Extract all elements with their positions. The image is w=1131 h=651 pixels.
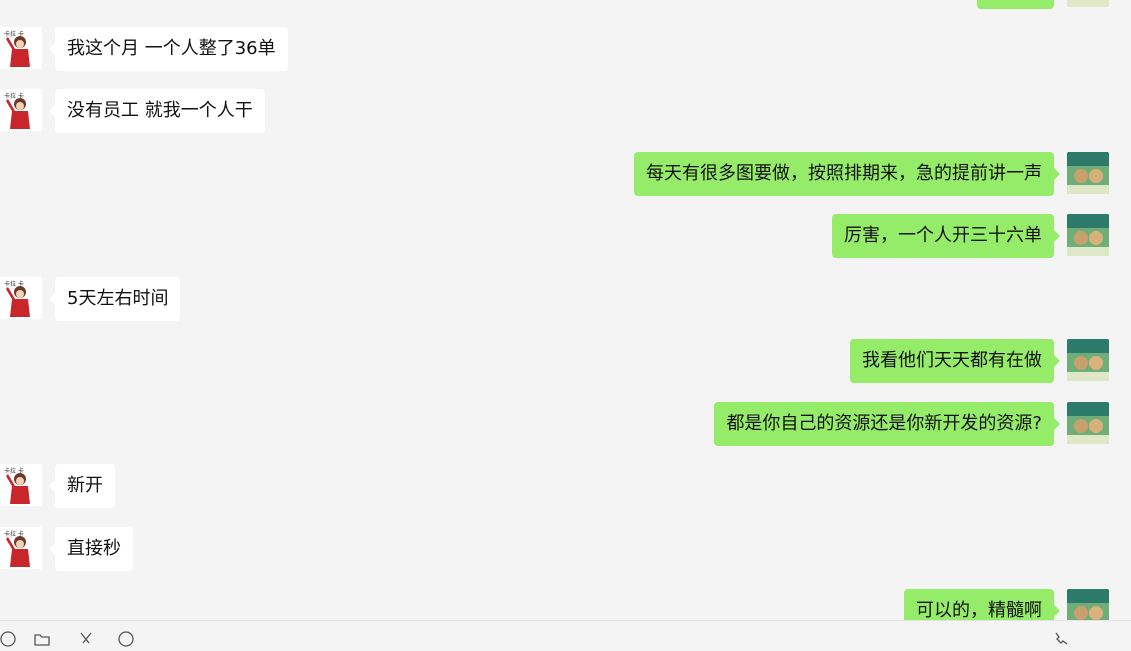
my-avatar[interactable] bbox=[1067, 402, 1109, 444]
cartoon-character-icon: 卡拉 卡 bbox=[0, 89, 42, 131]
contact-avatar[interactable]: 卡拉 卡 bbox=[0, 464, 42, 506]
cartoon-character-icon: 卡拉 卡 bbox=[0, 277, 42, 319]
message-outgoing bbox=[0, 0, 1131, 9]
cartoon-character-icon: 卡拉 卡 bbox=[0, 464, 42, 506]
landscape-photo-icon bbox=[1067, 339, 1109, 381]
message-bubble[interactable]: 可以的，精髓啊 bbox=[904, 589, 1060, 620]
message-incoming: 卡拉 卡 没有员工 就我一个人干 bbox=[0, 89, 1131, 133]
message-bubble[interactable]: 我看他们天天都有在做 bbox=[850, 339, 1060, 383]
message-incoming: 卡拉 卡 直接秒 bbox=[0, 527, 1131, 571]
my-avatar[interactable] bbox=[1067, 339, 1109, 381]
my-avatar[interactable] bbox=[1067, 0, 1109, 7]
scissors-icon[interactable] bbox=[78, 631, 94, 647]
message-outgoing: 每天有很多图要做，按照排期来，急的提前讲一声 bbox=[0, 152, 1131, 196]
message-outgoing: 我看他们天天都有在做 bbox=[0, 339, 1131, 383]
message-bubble[interactable]: 厉害，一个人开三十六单 bbox=[832, 214, 1060, 258]
landscape-photo-icon bbox=[1067, 152, 1109, 194]
message-bubble[interactable]: 5天左右时间 bbox=[48, 277, 181, 321]
message-bubble[interactable]: 没有员工 就我一个人干 bbox=[49, 89, 265, 133]
landscape-photo-icon bbox=[1067, 0, 1109, 7]
message-incoming: 卡拉 卡 新开 bbox=[0, 464, 1131, 508]
cartoon-character-icon: 卡拉 卡 bbox=[0, 27, 42, 69]
message-bubble[interactable]: 新开 bbox=[49, 464, 115, 508]
my-avatar[interactable] bbox=[1067, 152, 1109, 194]
emoji-icon[interactable] bbox=[0, 631, 16, 647]
call-icon[interactable] bbox=[1052, 631, 1068, 647]
message-outgoing: 都是你自己的资源还是你新开发的资源? bbox=[0, 402, 1131, 446]
chat-message-area[interactable]: 卡拉 卡 我这个月 一个人整了36单 卡拉 卡 没有员工 就我一个人干 每天有很… bbox=[0, 0, 1131, 620]
contact-avatar[interactable]: 卡拉 卡 bbox=[0, 27, 42, 69]
message-outgoing: 可以的，精髓啊 bbox=[0, 589, 1131, 620]
message-incoming: 卡拉 卡 我这个月 一个人整了36单 bbox=[0, 27, 1131, 71]
contact-avatar[interactable]: 卡拉 卡 bbox=[0, 527, 42, 569]
message-bubble[interactable] bbox=[977, 0, 1054, 9]
landscape-photo-icon bbox=[1067, 214, 1109, 256]
folder-icon[interactable] bbox=[34, 631, 50, 647]
message-bubble[interactable]: 直接秒 bbox=[49, 527, 133, 571]
message-bubble[interactable]: 我这个月 一个人整了36单 bbox=[49, 27, 288, 71]
my-avatar[interactable] bbox=[1067, 214, 1109, 256]
contact-avatar[interactable]: 卡拉 卡 bbox=[0, 277, 42, 319]
chat-history-icon[interactable] bbox=[118, 631, 134, 647]
input-toolbar bbox=[0, 620, 1131, 647]
landscape-photo-icon bbox=[1067, 589, 1109, 620]
message-incoming: 卡拉 卡 5天左右时间 bbox=[0, 277, 1131, 321]
my-avatar[interactable] bbox=[1067, 589, 1109, 620]
message-outgoing: 厉害，一个人开三十六单 bbox=[0, 214, 1131, 258]
message-bubble[interactable]: 都是你自己的资源还是你新开发的资源? bbox=[714, 402, 1060, 446]
message-bubble[interactable]: 每天有很多图要做，按照排期来，急的提前讲一声 bbox=[634, 152, 1060, 196]
cartoon-character-icon: 卡拉 卡 bbox=[0, 527, 42, 569]
landscape-photo-icon bbox=[1067, 402, 1109, 444]
contact-avatar[interactable]: 卡拉 卡 bbox=[0, 89, 42, 131]
